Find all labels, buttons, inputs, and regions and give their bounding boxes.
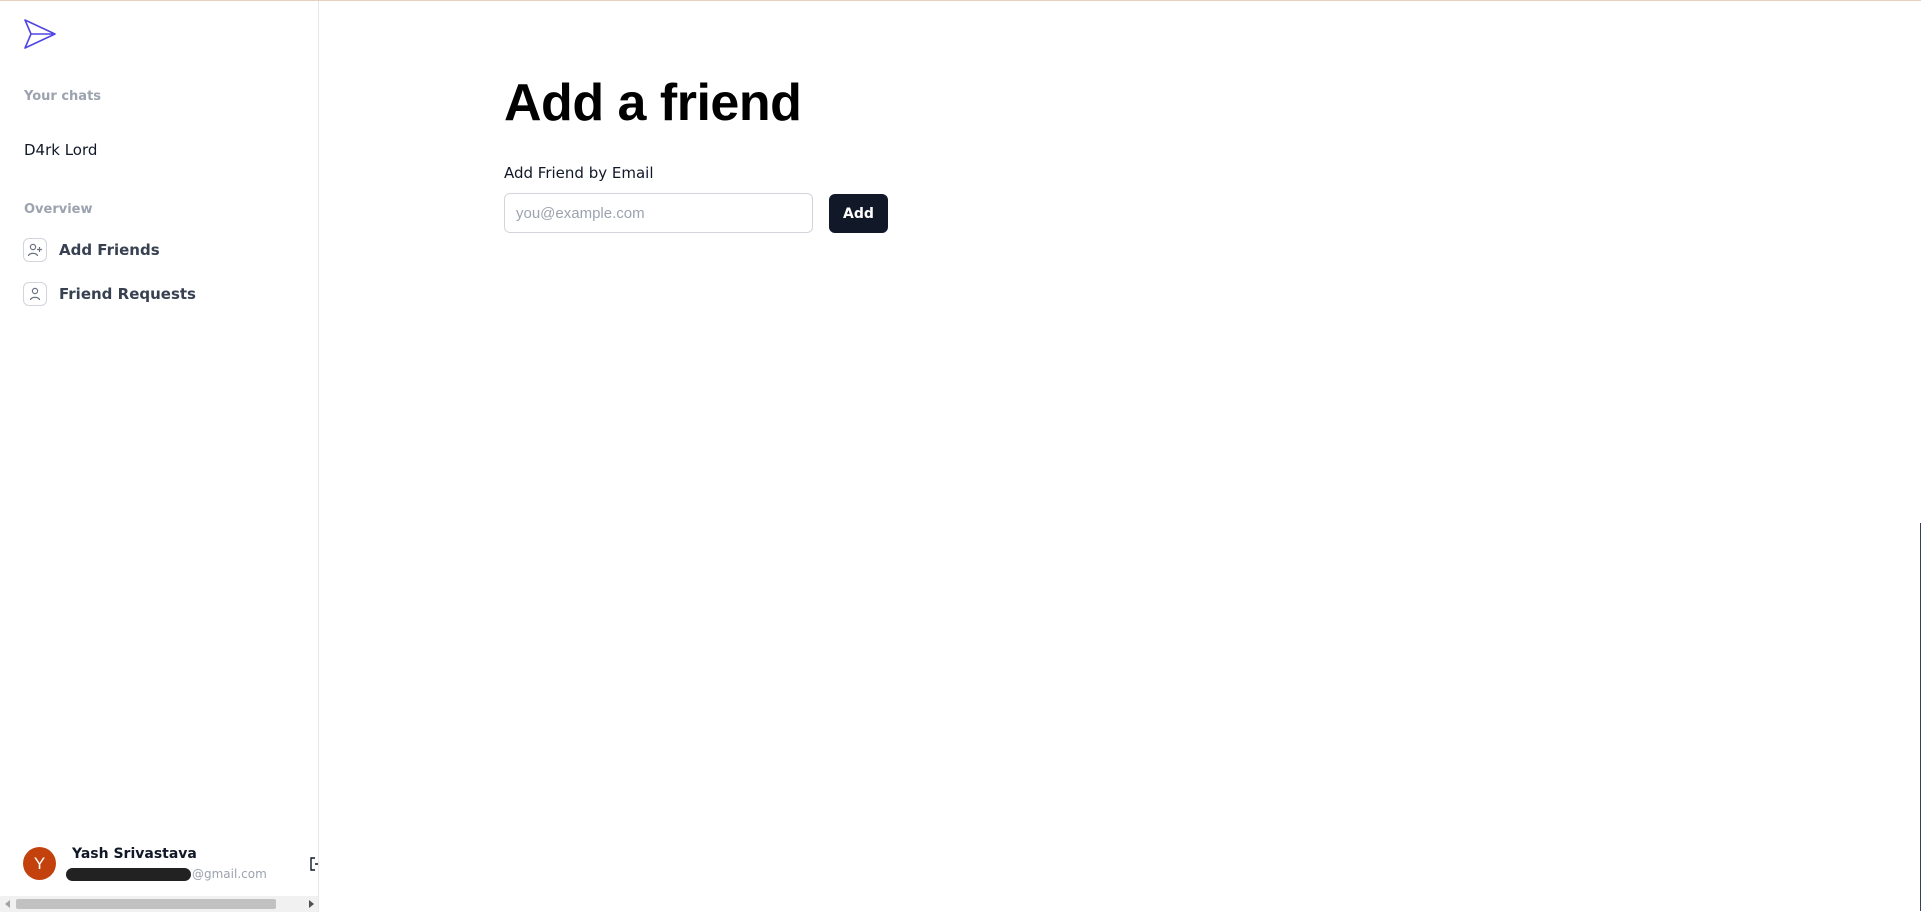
user-email: @gmail.com [66,867,267,881]
page-title: Add a friend [504,74,802,132]
paper-plane-icon[interactable] [23,18,57,50]
main-content: Add a friend Add Friend by Email Add [319,1,1921,912]
app-page: Your chats D4rk Lord Overview Add Friend… [0,0,1921,912]
user-name: Yash Srivastava [72,846,197,862]
redaction-mark [66,867,191,881]
sidebar-item-label: Friend Requests [59,285,196,303]
user-plus-icon [23,238,47,262]
sign-out-icon[interactable] [309,856,318,872]
scrollbar-thumb[interactable] [16,899,276,909]
overview-heading: Overview [24,202,93,217]
sidebar-item-add-friends[interactable]: Add Friends [23,238,160,262]
sidebar: Your chats D4rk Lord Overview Add Friend… [0,1,319,912]
add-friend-button[interactable]: Add [829,194,888,233]
scroll-right-icon[interactable] [309,900,314,908]
chats-heading: Your chats [24,89,102,104]
chat-item[interactable]: D4rk Lord [24,141,97,159]
sidebar-item-friend-requests[interactable]: Friend Requests [23,282,196,306]
avatar: Y [23,847,56,880]
email-field-label: Add Friend by Email [504,164,654,182]
scroll-left-icon[interactable] [5,900,10,908]
email-field[interactable] [504,193,813,233]
user-email-domain: @gmail.com [192,867,267,881]
horizontal-scrollbar[interactable] [0,896,318,912]
user-icon [23,282,47,306]
sidebar-item-label: Add Friends [59,241,160,259]
